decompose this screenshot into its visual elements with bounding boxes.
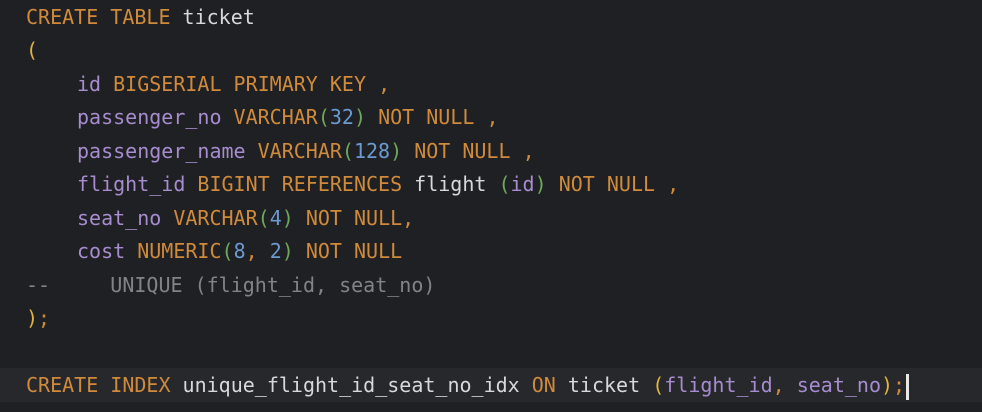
column-name: seat_no: [77, 206, 162, 230]
table-name: ticket: [182, 5, 255, 29]
close-paren: ): [390, 139, 403, 163]
semicolon: ;: [38, 306, 51, 330]
comma: ,: [486, 105, 499, 129]
code-line-4: passenger_no VARCHAR(32) NOT NULL ,: [26, 100, 499, 134]
column-name: flight_id: [664, 373, 773, 397]
keyword: NOT NULL: [305, 206, 403, 230]
column-name: flight_id: [77, 172, 186, 196]
comma: ,: [245, 239, 258, 263]
close-paren: ): [26, 306, 39, 330]
comma: ,: [522, 139, 535, 163]
table-name: ticket: [567, 373, 641, 397]
type-name: VARCHAR: [173, 206, 258, 230]
comma: ,: [667, 172, 680, 196]
code-line-10: );: [26, 301, 50, 335]
code-line-8: cost NUMERIC(8, 2) NOT NULL: [26, 234, 402, 268]
text-caret: [906, 373, 910, 400]
column-name: id: [77, 72, 102, 96]
comment: -- UNIQUE (flight_id, seat_no): [26, 273, 436, 297]
keyword: NOT NULL: [378, 105, 475, 129]
keyword: CREATE TABLE: [26, 5, 171, 29]
keyword: NOT NULL: [414, 139, 511, 163]
keyword: CREATE INDEX: [26, 373, 171, 397]
referenced-table: flight: [414, 172, 487, 196]
type-name: VARCHAR: [233, 105, 318, 129]
keyword: BIGINT REFERENCES: [197, 172, 403, 196]
index-name: unique_flight_id_seat_no_idx: [182, 373, 520, 397]
number: 4: [269, 206, 282, 230]
open-paren: (: [341, 139, 354, 163]
number: 32: [329, 105, 354, 129]
comma: ,: [378, 72, 391, 96]
close-paren: ): [281, 239, 294, 263]
code-line-6: flight_id BIGINT REFERENCES flight (id) …: [26, 167, 679, 201]
number: 128: [353, 139, 391, 163]
comma: ,: [402, 206, 415, 230]
sql-editor[interactable]: CREATE TABLE ticket ( id BIGSERIAL PRIMA…: [0, 0, 982, 412]
keyword: NOT NULL: [305, 239, 403, 263]
keyword: ON: [531, 373, 556, 397]
close-paren: ): [353, 105, 367, 129]
code-line-9: -- UNIQUE (flight_id, seat_no): [26, 268, 435, 302]
code-line-7: seat_no VARCHAR(4) NOT NULL,: [26, 201, 414, 235]
column-name: passenger_name: [77, 139, 246, 163]
open-paren: (: [221, 239, 234, 263]
code-line-1: CREATE TABLE ticket: [26, 0, 255, 34]
open-paren: (: [498, 172, 511, 196]
column-name: passenger_no: [77, 105, 222, 129]
code-line-5: passenger_name VARCHAR(128) NOT NULL ,: [26, 134, 535, 168]
column-name: cost: [77, 239, 126, 263]
semicolon: ;: [893, 373, 906, 397]
type-name: VARCHAR: [257, 139, 342, 163]
keyword: BIGSERIAL PRIMARY KEY: [113, 72, 367, 96]
code-line-3: id BIGSERIAL PRIMARY KEY ,: [26, 67, 390, 101]
referenced-column: id: [510, 172, 535, 196]
close-paren: ): [881, 373, 894, 397]
open-paren: (: [652, 373, 665, 397]
code-line-12[interactable]: CREATE INDEX unique_flight_id_seat_no_id…: [26, 368, 910, 402]
open-paren: (: [26, 38, 39, 62]
comma: ,: [772, 373, 785, 397]
close-paren: ): [281, 206, 294, 230]
keyword: NOT NULL: [558, 172, 656, 196]
column-name: seat_no: [796, 373, 881, 397]
type-name: NUMERIC: [137, 239, 222, 263]
number: 2: [269, 239, 282, 263]
code-line-2: (: [26, 33, 38, 67]
close-paren: ): [534, 172, 547, 196]
open-paren: (: [257, 206, 270, 230]
open-paren: (: [317, 105, 330, 129]
number: 8: [233, 239, 246, 263]
